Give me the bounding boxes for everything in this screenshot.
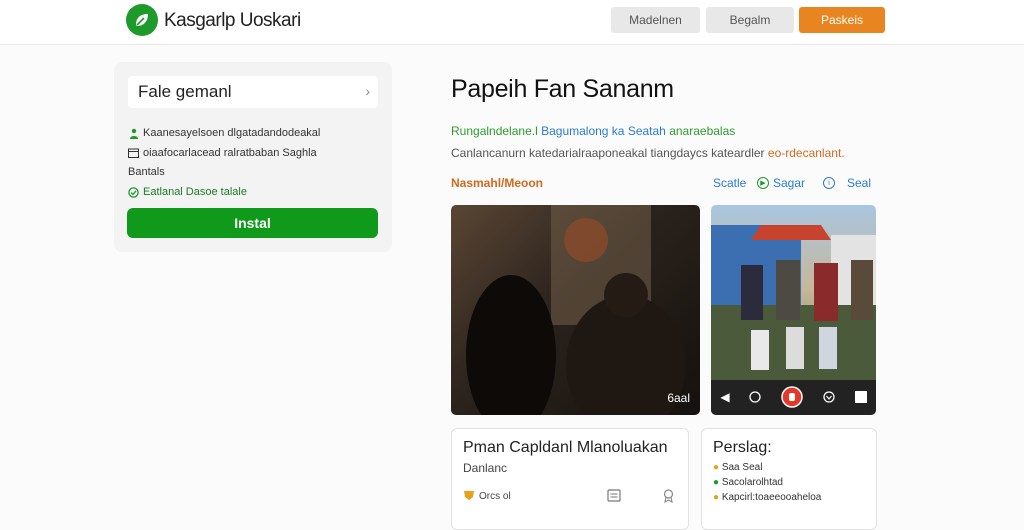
card-subtitle: Danlanc xyxy=(463,461,508,475)
person-icon xyxy=(128,128,139,139)
meta-label: Scatle xyxy=(713,176,747,190)
description-accent: eo-rdecanlant. xyxy=(767,146,845,160)
stop-icon[interactable] xyxy=(854,391,867,403)
details-line-text: Saa Seal xyxy=(721,462,763,473)
sidebar-row-2: oiaafocarlacead ralratbaban Saghla xyxy=(128,147,317,159)
meta-link-scatle[interactable]: Scatle xyxy=(713,176,746,190)
video-thumbnail[interactable]: 6aal xyxy=(451,205,700,415)
category-link[interactable]: Nasmahl/Meoon xyxy=(451,176,543,190)
record-button[interactable] xyxy=(781,386,803,408)
details-line-text: Sacolarolhtad xyxy=(721,477,783,488)
details-line-text: Kapcirl:toaeeooaheloa xyxy=(721,492,822,503)
sidebar-row-3: Bantals xyxy=(128,166,165,178)
page-title: Papeih Fan Sananm xyxy=(451,75,674,103)
plan-select-label: Fale gemanl xyxy=(138,82,232,101)
subtitle-rest: anaraebalas xyxy=(669,124,736,138)
plan-select[interactable]: Fale gemanl › xyxy=(128,76,378,108)
details-lines: ● Saa Seal ● Sacolarolhtad ● Kapcirl:toa… xyxy=(713,460,821,505)
brand-name: Kasgarlp Uoskari xyxy=(164,10,301,31)
install-button[interactable]: Instal xyxy=(127,208,378,238)
calendar-icon xyxy=(128,148,139,159)
card-title: Pman Capldanl Mlanoluakan xyxy=(463,439,668,456)
check-circle-icon xyxy=(128,186,139,198)
meta-link-seal[interactable]: i Seal xyxy=(823,176,871,190)
shield-icon[interactable] xyxy=(822,390,836,404)
rotate-icon[interactable] xyxy=(748,390,762,404)
info-card[interactable]: Pman Capldanl Mlanoluakan Danlanc Orcs o… xyxy=(451,428,689,530)
header-button-1[interactable]: Madelnen xyxy=(611,7,700,33)
award-icon[interactable] xyxy=(662,489,675,508)
subtitle-green: Rungalndelane.l xyxy=(451,124,538,138)
details-line: ● Saa Seal xyxy=(713,462,763,473)
brand-logo-icon[interactable] xyxy=(126,4,158,36)
subtitle: Rungalndelane.l Bagumalong ka Seatah ana… xyxy=(451,124,735,138)
chevron-right-icon: › xyxy=(365,83,370,99)
header-button-2[interactable]: Begalm xyxy=(706,7,794,33)
details-card[interactable]: Perslag: ● Saa Seal ● Sacolarolhtad ● Ka… xyxy=(701,428,877,530)
video-scene-image xyxy=(466,205,686,415)
meta-label: Sagar xyxy=(773,176,806,190)
sidebar-row-4: Eatlanal Dasoe talale xyxy=(128,186,247,198)
badge-icon xyxy=(463,489,475,504)
video-duration: 6aal xyxy=(667,391,690,405)
meta-link-sagar[interactable]: ▶ Sagar xyxy=(757,176,805,190)
camera-controls: ◀ xyxy=(711,379,876,415)
subtitle-blue[interactable]: Bagumalong ka Seatah xyxy=(541,124,666,138)
top-bar: Kasgarlp Uoskari Madelnen Begalm Paskeis xyxy=(0,0,1024,45)
details-title: Perslag: xyxy=(713,439,772,456)
meta-label: Seal xyxy=(847,176,872,190)
play-circle-icon: ▶ xyxy=(757,177,769,189)
sidebar-row-text: Eatlanal Dasoe talale xyxy=(143,186,247,198)
details-line: ● Kapcirl:toaeeooaheloa xyxy=(713,492,822,503)
description-text: Canlancanurn katedarialraaponeakal tiang… xyxy=(451,146,765,160)
header-primary-button[interactable]: Paskeis xyxy=(799,7,885,33)
description: Canlancanurn katedarialraaponeakal tiang… xyxy=(451,146,845,160)
info-circle-icon: i xyxy=(823,177,835,189)
sidebar-row-1: Kaanesayelsoen dlgatadandodeakal xyxy=(128,127,320,139)
back-icon[interactable]: ◀ xyxy=(720,390,729,404)
document-icon[interactable] xyxy=(607,489,621,507)
details-line: ● Sacolarolhtad xyxy=(713,477,783,488)
card-footer: Orcs ol xyxy=(463,489,511,504)
sidebar-row-text: oiaafocarlacead ralratbaban Saghla xyxy=(143,147,317,159)
camera-preview[interactable]: ◀ xyxy=(711,205,876,415)
sidebar-row-text: Bantals xyxy=(128,166,165,178)
card-footer-text: Orcs ol xyxy=(479,491,511,502)
sidebar-row-text: Kaanesayelsoen dlgatadandodeakal xyxy=(143,127,321,139)
